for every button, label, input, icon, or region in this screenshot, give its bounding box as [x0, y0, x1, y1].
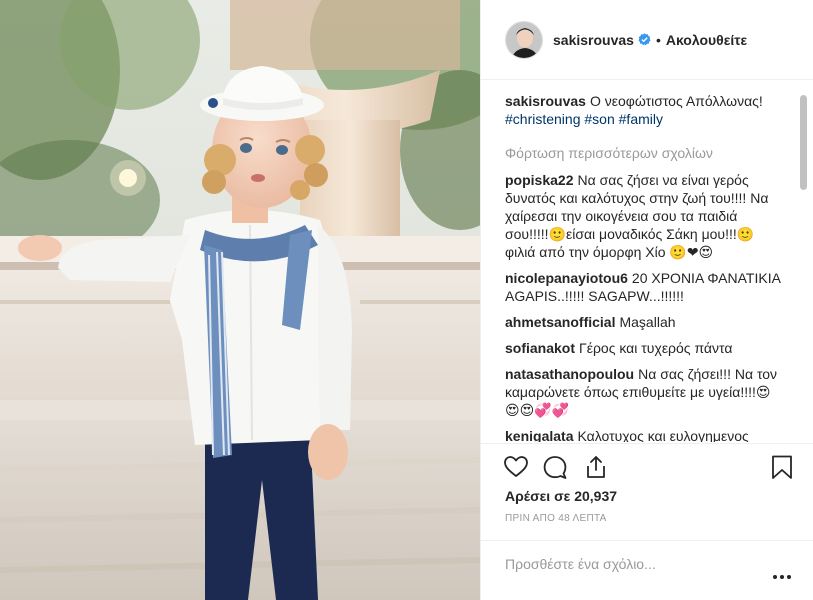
comments-list: sakisrouvas Ο νεοφώτιστος Απόλλωνας! #chr…	[505, 92, 781, 442]
comment-username[interactable]: ahmetsanofficial	[505, 314, 615, 330]
load-more-comments-link[interactable]: Φόρτωση περισσότερων σχολίων	[505, 144, 781, 162]
caption-username[interactable]: sakisrouvas	[505, 93, 586, 109]
post-header: sakisrouvas • Ακολουθείτε	[481, 0, 813, 80]
post-side-panel: sakisrouvas • Ακολουθείτε sakisrouvas Ο ν…	[480, 0, 813, 600]
comment-item: ahmetsanofficial Maşallah	[505, 313, 781, 331]
comment-icon[interactable]	[542, 454, 568, 480]
post-timestamp[interactable]: ΠΡΙΝ ΑΠΟ 48 ΛΕΠΤΑ	[505, 513, 607, 524]
verified-badge-icon	[638, 33, 651, 46]
comment-item: sofianakot Γέρος και τυχερός πάντα	[505, 339, 781, 357]
comments-scrollbar[interactable]	[800, 95, 807, 440]
photo-illustration	[0, 0, 480, 600]
add-comment-input[interactable]	[505, 553, 755, 575]
comment-text: Γέρος και τυχερός πάντα	[579, 340, 733, 356]
comment-username[interactable]: sofianakot	[505, 340, 575, 356]
comment-username[interactable]: kenigalata	[505, 428, 573, 442]
share-icon[interactable]	[583, 454, 609, 480]
comment-item: nicolepanayiotou6 20 ΧΡΟΝΙΑ ΦΑΝΑΤΙΚΙΑ AGA…	[505, 269, 781, 305]
more-options-icon[interactable]	[772, 569, 792, 579]
heart-icon[interactable]	[503, 454, 529, 480]
comment-item: natasathanopoulou Να σας ζήσει!!! Να τον …	[505, 365, 781, 419]
hashtag-son[interactable]: #son	[584, 111, 614, 127]
header-text: sakisrouvas • Ακολουθείτε	[553, 32, 747, 48]
comment-username[interactable]: popiska22	[505, 172, 573, 188]
comment-text: Maşallah	[619, 314, 676, 330]
comment-username[interactable]: natasathanopoulou	[505, 366, 634, 382]
hashtag-christening[interactable]: #christening	[505, 111, 581, 127]
avatar[interactable]	[505, 20, 543, 59]
post-actions: Αρέσει σε 20,937 ΠΡΙΝ ΑΠΟ 48 ΛΕΠΤΑ	[481, 443, 813, 599]
scrollbar-thumb[interactable]	[800, 95, 807, 190]
caption-text: Ο νεοφώτιστος Απόλλωνας!	[589, 93, 763, 109]
hashtag-family[interactable]: #family	[619, 111, 663, 127]
avatar-image	[506, 21, 542, 58]
post-caption: sakisrouvas Ο νεοφώτιστος Απόλλωνας! #chr…	[505, 92, 781, 128]
post-viewer: sakisrouvas • Ακολουθείτε sakisrouvas Ο ν…	[0, 0, 813, 600]
comment-username[interactable]: nicolepanayiotou6	[505, 270, 628, 286]
comment-item: popiska22 Να σας ζήσει να είναι γερός δυν…	[505, 171, 781, 261]
likes-count[interactable]: Αρέσει σε 20,937	[505, 488, 617, 504]
action-icons-row	[503, 454, 793, 480]
post-photo[interactable]	[0, 0, 480, 600]
follow-status-button[interactable]: Ακολουθείτε	[666, 32, 747, 48]
bookmark-icon[interactable]	[769, 454, 795, 480]
author-username[interactable]: sakisrouvas	[553, 32, 634, 48]
comment-item: kenigalataΚαλοτυχος και ευλογημενος στην…	[505, 427, 781, 442]
separator-dot: •	[655, 31, 661, 48]
add-comment-bar	[481, 540, 813, 600]
